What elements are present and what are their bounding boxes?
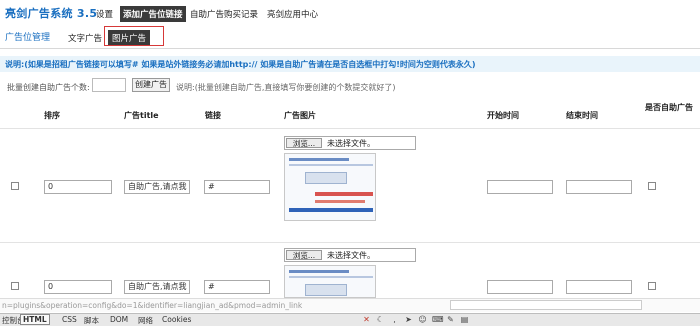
nav-purchase-records[interactable]: 自助广告购买记录 xyxy=(190,8,258,20)
devtools-tab-network[interactable]: 网络 xyxy=(138,315,153,326)
self-service-checkbox[interactable] xyxy=(648,282,656,290)
file-status: 未选择文件。 xyxy=(327,251,375,260)
tab-text-ads[interactable]: 文字广告 xyxy=(68,32,102,44)
link-input[interactable]: # xyxy=(204,180,270,194)
title-input[interactable]: 自助广告,请点我 xyxy=(124,280,190,294)
batch-create-row: 批量创建自助广告个数: 创建广告 说明:(批量创建自助广告,直接填写你要创建的个… xyxy=(0,75,700,97)
comma-icon[interactable]: , xyxy=(390,315,399,324)
moon-icon[interactable]: ☾ xyxy=(376,315,385,324)
note-text: 说明:(如果是招租广告链接可以填写# 如果是站外链接务必请加http:// 如果… xyxy=(5,60,476,69)
devtools-tab-cookies[interactable]: Cookies xyxy=(162,315,191,324)
selection-highlight xyxy=(104,26,164,46)
devtools-tab-html[interactable]: HTML xyxy=(20,314,50,325)
chart-icon[interactable]: ▤ xyxy=(460,315,469,324)
ad-image-thumbnail xyxy=(284,153,376,221)
row-select-checkbox[interactable] xyxy=(11,182,19,190)
col-image: 广告图片 xyxy=(284,111,316,120)
nav-app-center[interactable]: 亮剑应用中心 xyxy=(267,8,318,20)
image-file-input[interactable]: 浏览... 未选择文件。 xyxy=(284,248,416,262)
col-end: 结束时间 xyxy=(566,111,598,120)
keyboard-icon[interactable]: ⌨ xyxy=(432,315,444,324)
red-x-icon[interactable]: ✕ xyxy=(362,315,371,324)
ad-image-thumbnail xyxy=(284,265,376,298)
status-url: n=plugins&operation=config&do=1&identifi… xyxy=(2,301,303,310)
tools-icon[interactable]: ✎ xyxy=(446,315,455,324)
status-field xyxy=(450,300,642,310)
order-input[interactable]: 0 xyxy=(44,280,112,294)
col-order: 排序 xyxy=(44,111,60,120)
col-link: 链接 xyxy=(205,111,221,120)
section-title: 广告位管理 xyxy=(5,33,51,43)
create-ads-button[interactable]: 创建广告 xyxy=(132,78,170,92)
table-header: 排序 广告title 链接 广告图片 开始时间 结束时间 是否自助广告 xyxy=(0,100,700,129)
cursor-icon[interactable]: ➤ xyxy=(404,315,413,324)
user-icon[interactable]: ☺ xyxy=(418,315,427,324)
batch-hint: 说明:(批量创建自助广告,直接填写你要创建的个数提交就好了) xyxy=(176,83,396,92)
batch-count-input[interactable] xyxy=(92,78,126,92)
order-input[interactable]: 0 xyxy=(44,180,112,194)
devtools-tab-script[interactable]: 脚本 xyxy=(84,315,99,326)
start-time-input[interactable] xyxy=(487,280,553,294)
title-input[interactable]: 自助广告,请点我 xyxy=(124,180,190,194)
col-self-service: 是否自助广告 xyxy=(645,103,693,112)
row-select-checkbox[interactable] xyxy=(11,282,19,290)
col-title: 广告title xyxy=(124,111,159,120)
end-time-input[interactable] xyxy=(566,280,632,294)
browser-status-bar: n=plugins&operation=config&do=1&identifi… xyxy=(0,298,700,312)
devtools-tab-dom[interactable]: DOM xyxy=(110,315,128,324)
devtools-tab-css[interactable]: CSS xyxy=(62,315,77,324)
top-nav: 亮剑广告系统 3.5 设置 添加广告位链接 自助广告购买记录 亮剑应用中心 xyxy=(0,0,700,24)
end-time-input[interactable] xyxy=(566,180,632,194)
brand-title: 亮剑广告系统 3.5 xyxy=(5,7,98,20)
browse-button[interactable]: 浏览... xyxy=(286,250,322,260)
note-bar: 说明:(如果是招租广告链接可以填写# 如果是站外链接务必请加http:// 如果… xyxy=(0,56,700,72)
batch-count-label: 批量创建自助广告个数: xyxy=(7,83,90,92)
link-input[interactable]: # xyxy=(204,280,270,294)
start-time-input[interactable] xyxy=(487,180,553,194)
row-divider xyxy=(0,242,700,243)
image-file-input[interactable]: 浏览... 未选择文件。 xyxy=(284,136,416,150)
devtools-bar: 控制台 HTML CSS 脚本 DOM 网络 Cookies ✕ ☾ , ➤ ☺… xyxy=(0,313,700,326)
self-service-checkbox[interactable] xyxy=(648,182,656,190)
col-start: 开始时间 xyxy=(487,111,519,120)
browse-button[interactable]: 浏览... xyxy=(286,138,322,148)
nav-settings[interactable]: 设置 xyxy=(96,8,113,20)
file-status: 未选择文件。 xyxy=(327,139,375,148)
nav-add-ad-link[interactable]: 添加广告位链接 xyxy=(120,6,186,22)
